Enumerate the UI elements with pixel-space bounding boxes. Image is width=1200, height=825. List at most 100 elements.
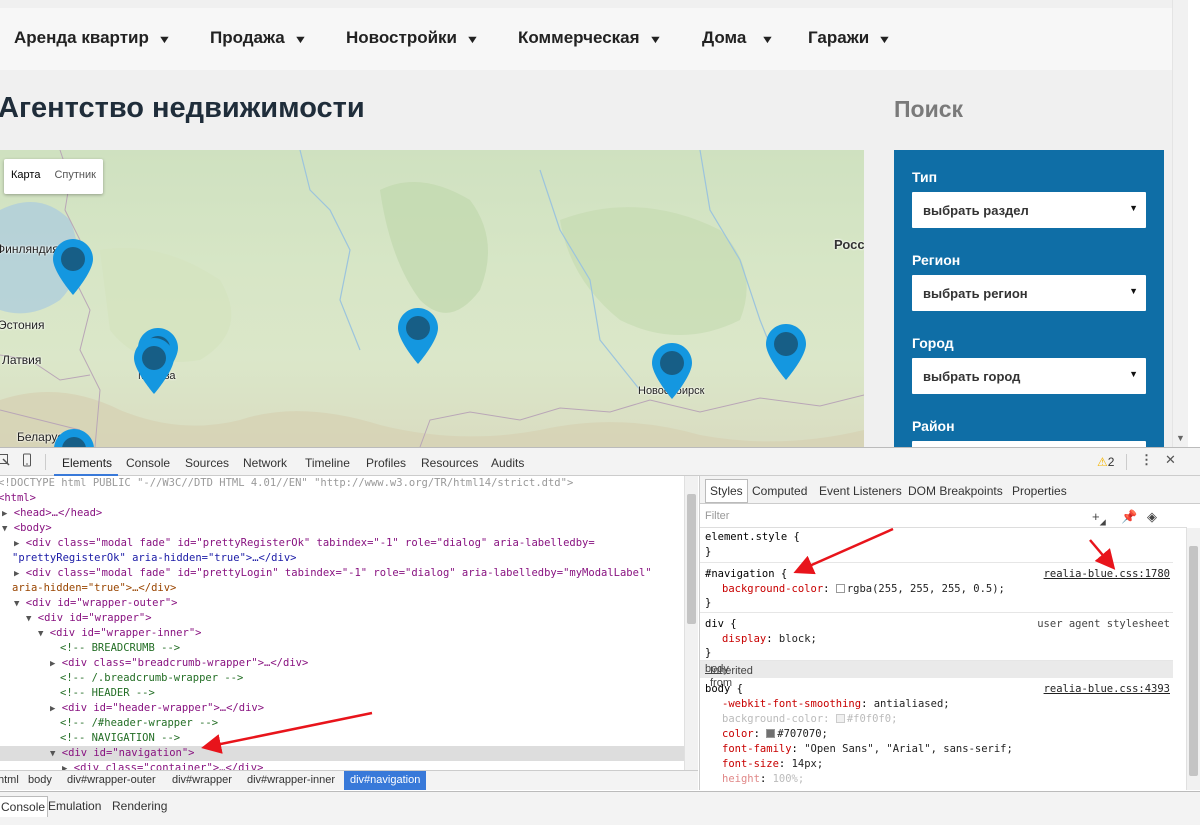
style-property[interactable]: background-color: rgba(255, 255, 255, 0.… xyxy=(722,583,1005,595)
map-marker-icon[interactable] xyxy=(134,338,174,394)
device-mode-icon[interactable] xyxy=(22,453,32,470)
container-node[interactable]: ▶ <div class="container">…</div> xyxy=(62,761,263,770)
expand-arrow-icon[interactable]: ▶ xyxy=(50,704,55,714)
new-style-rule-icon[interactable]: +◢ xyxy=(1092,509,1106,527)
map-marker-icon[interactable] xyxy=(398,308,438,364)
crumb-wrapper[interactable]: div#wrapper xyxy=(172,774,232,786)
crumb-body[interactable]: body xyxy=(28,774,52,786)
modal-register-node[interactable]: ▶ <div class="modal fade" id="prettyRegi… xyxy=(14,536,595,551)
nav-item-sale[interactable]: Продажа ▼ xyxy=(210,28,307,48)
tab-properties[interactable]: Properties xyxy=(1012,484,1067,498)
tab-computed[interactable]: Computed xyxy=(752,484,807,498)
style-property-overridden[interactable]: background-color: #f0f0f0; xyxy=(722,713,897,725)
color-swatch-icon[interactable] xyxy=(835,584,845,593)
type-select[interactable]: выбрать раздел ▼ xyxy=(912,192,1146,228)
tab-network[interactable]: Network xyxy=(243,456,287,470)
collapse-arrow-icon[interactable]: ▼ xyxy=(2,524,7,534)
wrapper-outer-node[interactable]: ▼ <div id="wrapper-outer"> xyxy=(14,596,177,611)
scrollbar-thumb[interactable] xyxy=(1189,546,1198,776)
expand-arrow-icon[interactable]: ▶ xyxy=(50,659,55,669)
navigation-node-selected[interactable]: ▼ <div id="navigation"> xyxy=(0,746,684,761)
tab-dom-breakpoints[interactable]: DOM Breakpoints xyxy=(908,484,1003,498)
html-node[interactable]: <html> xyxy=(0,491,36,506)
breadcrumb-wrapper-node[interactable]: ▶ <div class="breadcrumb-wrapper">…</div… xyxy=(50,656,308,671)
doctype-node[interactable]: <!DOCTYPE html PUBLIC "-//W3C//DTD HTML … xyxy=(0,476,573,491)
tab-audits[interactable]: Audits xyxy=(491,456,524,470)
pin-icon[interactable]: 📌 xyxy=(1121,509,1137,525)
drawer-tab-rendering[interactable]: Rendering xyxy=(112,799,167,813)
crumb-wrapper-outer[interactable]: div#wrapper-outer xyxy=(67,774,156,786)
color-swatch-icon[interactable] xyxy=(835,714,845,723)
nav-item-rent[interactable]: Аренда квартир ▼ xyxy=(14,28,171,48)
filter-input[interactable]: Filter xyxy=(705,510,729,522)
nav-item-garages[interactable]: Гаражи ▼ xyxy=(808,28,892,48)
style-property-overridden[interactable]: height: 100%; xyxy=(722,773,804,785)
styles-scrollbar[interactable] xyxy=(1186,528,1200,790)
collapse-arrow-icon[interactable]: ▼ xyxy=(50,749,55,759)
body-node[interactable]: ▼ <body> xyxy=(2,521,52,536)
scrollbar-thumb[interactable] xyxy=(687,494,696,624)
nav-item-commercial[interactable]: Коммерческая ▼ xyxy=(518,28,662,48)
collapse-arrow-icon[interactable]: ▼ xyxy=(38,629,43,639)
tab-console[interactable]: Console xyxy=(126,456,170,470)
map-marker-icon[interactable] xyxy=(54,429,94,447)
color-swatch-icon[interactable] xyxy=(766,729,776,738)
tab-profiles[interactable]: Profiles xyxy=(366,456,406,470)
expand-arrow-icon[interactable]: ▶ xyxy=(14,539,19,549)
inspect-element-icon[interactable] xyxy=(0,453,10,470)
stylesheet-link[interactable]: realia-blue.css:1780 xyxy=(1044,568,1170,580)
nav-item-houses[interactable]: Дома ▼ xyxy=(702,28,775,48)
map-marker-icon[interactable] xyxy=(766,324,806,380)
toggle-element-state-icon[interactable]: ◈ xyxy=(1147,509,1157,525)
map-terrain xyxy=(0,150,864,447)
tab-elements[interactable]: Elements xyxy=(62,456,112,470)
map-marker-icon[interactable] xyxy=(652,343,692,399)
map[interactable]: Карта Спутник Финляндия Эстония Латвия Б… xyxy=(0,150,864,447)
style-property[interactable]: font-family: "Open Sans", "Arial", sans-… xyxy=(722,743,1013,755)
collapse-arrow-icon[interactable]: ▼ xyxy=(14,599,19,609)
collapse-arrow-icon[interactable]: ▼ xyxy=(26,614,31,624)
comment-node[interactable]: <!-- /.breadcrumb-wrapper --> xyxy=(60,671,243,686)
tab-sources[interactable]: Sources xyxy=(185,456,229,470)
map-type-satellite-button[interactable]: Спутник xyxy=(47,159,102,194)
expand-arrow-icon[interactable]: ▶ xyxy=(2,509,7,519)
map-type-map-button[interactable]: Карта xyxy=(4,159,47,194)
comment-node[interactable]: <!-- NAVIGATION --> xyxy=(60,731,180,746)
more-options-icon[interactable]: ⋮ xyxy=(1140,452,1153,468)
crumb-html[interactable]: html xyxy=(0,774,19,786)
district-label: Район xyxy=(912,418,955,434)
wrapper-node[interactable]: ▼ <div id="wrapper"> xyxy=(26,611,152,626)
style-rule-body: body { realia-blue.css:4393 -webkit-font… xyxy=(705,683,1170,785)
modal-login-node[interactable]: ▶ <div class="modal fade" id="prettyLogi… xyxy=(14,566,652,581)
header-wrapper-node[interactable]: ▶ <div id="header-wrapper">…</div> xyxy=(50,701,264,716)
type-label: Тип xyxy=(912,169,938,185)
drawer-tab-emulation[interactable]: Emulation xyxy=(48,799,101,813)
elements-scrollbar[interactable] xyxy=(684,476,698,770)
map-marker-icon[interactable] xyxy=(53,239,93,295)
comment-node[interactable]: <!-- BREADCRUMB --> xyxy=(60,641,180,656)
crumb-navigation[interactable]: div#navigation xyxy=(344,771,427,790)
comment-node[interactable]: <!-- /#header-wrapper --> xyxy=(60,716,218,731)
style-property[interactable]: -webkit-font-smoothing: antialiased; xyxy=(722,698,950,710)
style-property[interactable]: color: #707070; xyxy=(722,728,828,740)
drawer-tab-console[interactable]: Console xyxy=(0,796,49,817)
close-icon[interactable]: ✕ xyxy=(1165,452,1176,468)
tab-resources[interactable]: Resources xyxy=(421,456,478,470)
crumb-wrapper-inner[interactable]: div#wrapper-inner xyxy=(247,774,335,786)
wrapper-inner-node[interactable]: ▼ <div id="wrapper-inner"> xyxy=(38,626,201,641)
style-property[interactable]: font-size: 14px; xyxy=(722,758,823,770)
page-scrollbar[interactable]: ▼ xyxy=(1172,0,1188,447)
nav-item-new-buildings[interactable]: Новостройки ▼ xyxy=(346,28,480,48)
tab-styles[interactable]: Styles xyxy=(705,479,748,503)
head-node[interactable]: ▶ <head>…</head> xyxy=(2,506,102,521)
tab-event-listeners[interactable]: Event Listeners xyxy=(819,484,902,498)
warnings-counter[interactable]: ⚠2 xyxy=(1097,455,1114,469)
comment-node[interactable]: <!-- HEADER --> xyxy=(60,686,155,701)
toolbar-divider xyxy=(45,454,46,470)
tab-timeline[interactable]: Timeline xyxy=(305,456,350,470)
scroll-down-icon[interactable]: ▼ xyxy=(1176,433,1185,443)
stylesheet-link[interactable]: realia-blue.css:4393 xyxy=(1044,683,1170,695)
expand-arrow-icon[interactable]: ▶ xyxy=(14,569,19,579)
city-select[interactable]: выбрать город ▼ xyxy=(912,358,1146,394)
region-select[interactable]: выбрать регион ▼ xyxy=(912,275,1146,311)
